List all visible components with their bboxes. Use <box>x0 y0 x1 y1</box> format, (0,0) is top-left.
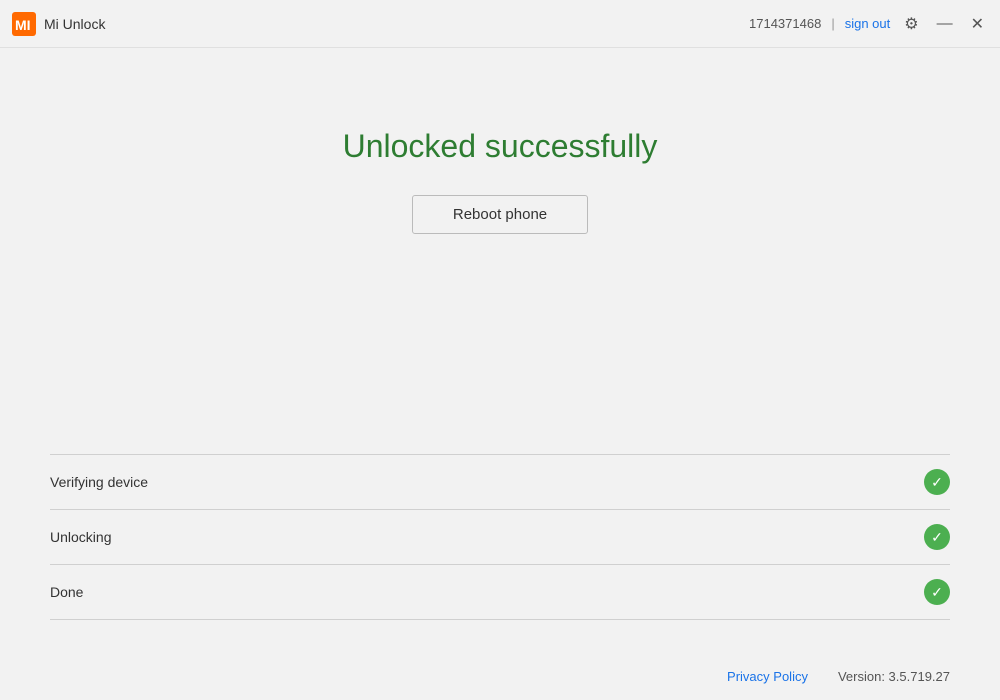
step-label: Verifying device <box>50 474 148 490</box>
settings-icon[interactable]: ⚙ <box>900 10 922 38</box>
close-icon[interactable]: ✕ <box>967 10 988 38</box>
step-item: Done ✓ <box>50 564 950 620</box>
reboot-button[interactable]: Reboot phone <box>412 195 588 234</box>
minimize-icon[interactable]: — <box>933 11 957 37</box>
check-icon: ✓ <box>924 579 950 605</box>
mi-logo-icon: MI <box>12 12 36 36</box>
step-item: Unlocking ✓ <box>50 509 950 564</box>
app-title: Mi Unlock <box>44 16 105 32</box>
check-icon: ✓ <box>924 524 950 550</box>
user-id: 1714371468 <box>749 16 821 31</box>
step-label: Unlocking <box>50 529 111 545</box>
sign-out-link[interactable]: sign out <box>845 16 891 31</box>
titlebar-left: MI Mi Unlock <box>12 12 105 36</box>
step-label: Done <box>50 584 83 600</box>
success-title: Unlocked successfully <box>343 128 658 165</box>
main-content: Unlocked successfully Reboot phone <box>0 48 1000 234</box>
steps-section: Verifying device ✓ Unlocking ✓ Done ✓ <box>50 454 950 620</box>
privacy-policy-link[interactable]: Privacy Policy <box>727 669 808 684</box>
check-icon: ✓ <box>924 469 950 495</box>
titlebar-right: 1714371468 | sign out ⚙ — ✕ <box>749 10 988 38</box>
version-text: Version: 3.5.719.27 <box>838 669 950 684</box>
separator: | <box>831 16 834 31</box>
titlebar: MI Mi Unlock 1714371468 | sign out ⚙ — ✕ <box>0 0 1000 48</box>
footer: Privacy Policy Version: 3.5.719.27 <box>50 669 950 684</box>
step-item: Verifying device ✓ <box>50 454 950 509</box>
svg-text:MI: MI <box>15 17 31 33</box>
